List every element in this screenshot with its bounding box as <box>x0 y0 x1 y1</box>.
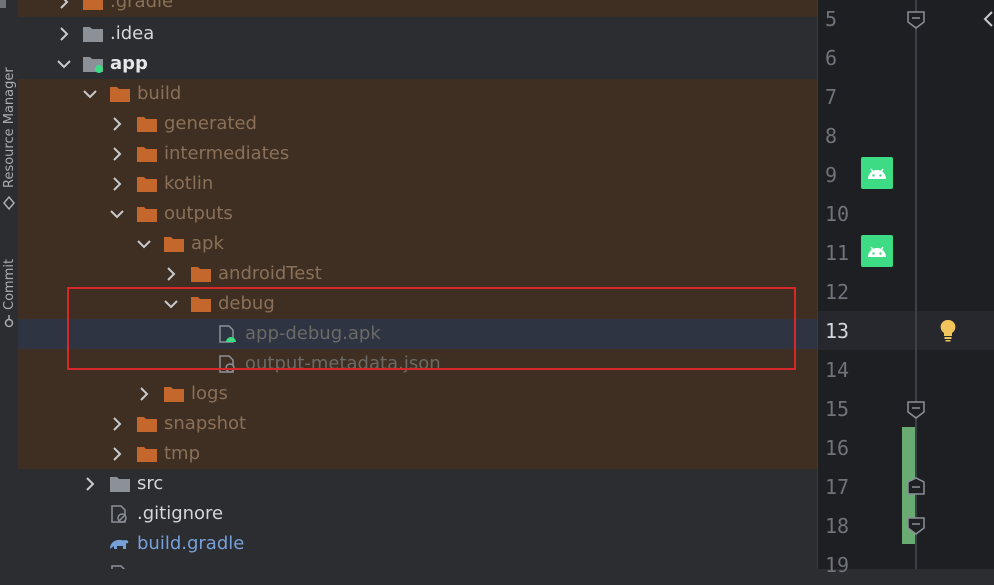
line-number: 9 <box>825 163 838 187</box>
folder-icon <box>137 417 157 432</box>
fold-icon[interactable] <box>906 516 926 536</box>
folder-icon <box>137 147 157 162</box>
chevron-down-icon[interactable] <box>55 55 73 73</box>
chevron-right-icon[interactable] <box>81 475 99 493</box>
chevron-down-icon[interactable] <box>81 85 99 103</box>
tree-row-gitignore[interactable]: .gitignore <box>18 499 817 529</box>
gradle-icon <box>110 539 129 549</box>
line-number: 6 <box>825 46 838 70</box>
project-tree[interactable]: .gradle .idea app build generated interm… <box>18 0 817 569</box>
line-number: 19 <box>825 553 850 577</box>
fold-icon[interactable] <box>906 400 926 420</box>
chevron-right-icon[interactable] <box>108 415 126 433</box>
tree-row-label: app <box>110 53 148 74</box>
tree-row-label: generated <box>164 113 257 134</box>
line-number: 10 <box>825 202 850 226</box>
line-number: 8 <box>825 124 838 148</box>
lightbulb-icon[interactable] <box>938 318 958 342</box>
commit-label: Commit <box>2 258 17 310</box>
folder-icon <box>164 237 184 252</box>
tree-row-gradle-dir[interactable]: .gradle <box>18 0 817 17</box>
folder-icon <box>137 177 157 192</box>
chevron-right-icon[interactable] <box>55 0 73 11</box>
tree-row-label: apk <box>191 233 224 254</box>
ignore-file-icon <box>111 505 127 523</box>
tree-row-label: outputs <box>164 203 233 224</box>
tree-row-build[interactable]: build <box>18 79 817 109</box>
tree-row-app[interactable]: app <box>18 49 817 79</box>
folder-icon <box>137 447 157 462</box>
tree-row-apk[interactable]: apk <box>18 229 817 259</box>
chevron-down-icon[interactable] <box>108 205 126 223</box>
chevron-right-icon[interactable] <box>55 25 73 43</box>
line-number: 14 <box>825 358 850 382</box>
tool-window-strip: Resource Manager Commit <box>0 0 19 569</box>
chevron-right-icon[interactable] <box>108 175 126 193</box>
line-number: 18 <box>825 514 850 538</box>
tree-row-label: src <box>137 473 164 494</box>
tree-row-outputs[interactable]: outputs <box>18 199 817 229</box>
folder-icon <box>110 477 130 492</box>
android-icon <box>868 246 886 257</box>
file-icon <box>111 565 126 569</box>
tree-row-intermediates[interactable]: intermediates <box>18 139 817 169</box>
tree-row-label: androidTest <box>218 263 322 284</box>
tree-row-label: build <box>137 83 182 104</box>
commit-icon <box>4 315 14 328</box>
folder-icon <box>110 87 130 102</box>
folder-icon <box>137 207 157 222</box>
tree-row-build-gradle[interactable]: build.gradle <box>18 529 817 559</box>
tree-row-label: build.gradle <box>137 533 245 554</box>
tree-row-idea[interactable]: .idea <box>18 19 817 49</box>
chevron-right-icon[interactable] <box>108 145 126 163</box>
line-number: 12 <box>825 280 850 304</box>
line-number: 7 <box>825 85 838 109</box>
tree-row-next[interactable] <box>18 559 817 569</box>
folder-icon <box>191 267 211 282</box>
tree-row-label: logs <box>191 383 228 404</box>
highlight-annotation-box <box>67 287 796 370</box>
chevron-left-icon[interactable] <box>982 10 994 28</box>
line-number: 16 <box>825 436 850 460</box>
chevron-down-icon[interactable] <box>135 235 153 253</box>
tree-row-label: .gradle <box>110 0 174 12</box>
line-number: 15 <box>825 397 850 421</box>
folder-icon <box>137 117 157 132</box>
chevron-right-icon[interactable] <box>162 265 180 283</box>
tree-row-androidtest[interactable]: androidTest <box>18 259 817 289</box>
tree-row-src[interactable]: src <box>18 469 817 499</box>
strip-top-marker <box>0 0 6 8</box>
android-run-marker[interactable] <box>861 235 893 267</box>
line-number: 5 <box>825 7 838 31</box>
tree-row-label: snapshot <box>164 413 247 434</box>
tree-row-kotlin[interactable]: kotlin <box>18 169 817 199</box>
resource-manager-label: Resource Manager <box>2 67 17 188</box>
tree-row-label: tmp <box>164 443 201 464</box>
fold-icon[interactable] <box>906 10 926 30</box>
gutter-separator <box>817 0 818 569</box>
android-icon <box>868 168 886 179</box>
folder-icon <box>83 27 103 42</box>
chevron-right-icon[interactable] <box>135 385 153 403</box>
fold-icon[interactable] <box>906 476 926 496</box>
line-number: 11 <box>825 241 850 265</box>
resource-manager-icon <box>3 195 15 211</box>
tree-row-generated[interactable]: generated <box>18 109 817 139</box>
tree-row-label: .idea <box>110 23 155 44</box>
android-run-marker[interactable] <box>861 157 893 189</box>
line-number-current: 13 <box>825 319 850 343</box>
tree-row-label: .gitignore <box>137 503 224 524</box>
folder-icon <box>83 0 103 10</box>
chevron-right-icon[interactable] <box>108 445 126 463</box>
tree-row-snapshot[interactable]: snapshot <box>18 409 817 439</box>
tree-row-logs[interactable]: logs <box>18 379 817 409</box>
line-number: 17 <box>825 475 850 499</box>
tree-row-label: kotlin <box>164 173 214 194</box>
chevron-right-icon[interactable] <box>108 115 126 133</box>
tree-row-label: intermediates <box>164 143 290 164</box>
module-folder-icon <box>83 57 103 73</box>
tree-row-tmp[interactable]: tmp <box>18 439 817 469</box>
folder-icon <box>164 387 184 402</box>
